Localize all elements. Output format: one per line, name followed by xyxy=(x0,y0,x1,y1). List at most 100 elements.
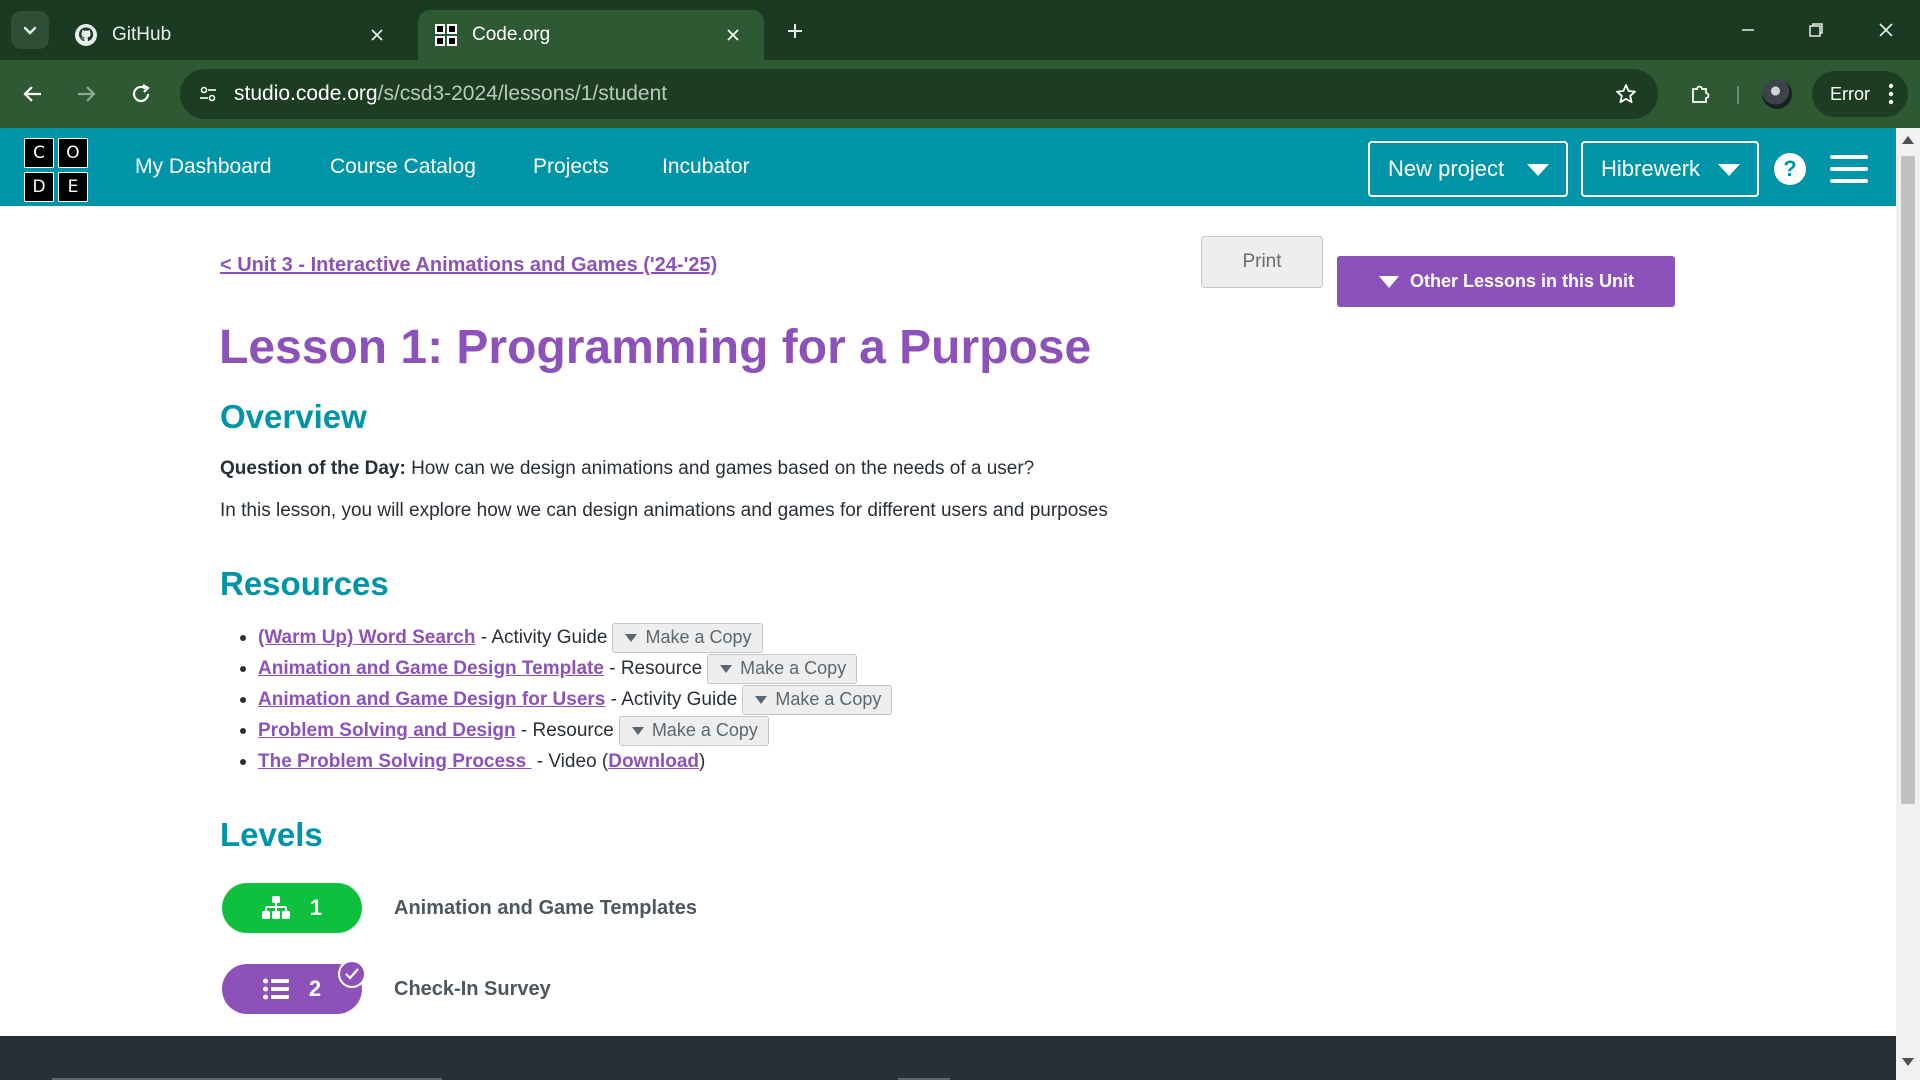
tab-close-icon[interactable] xyxy=(364,22,390,48)
resource-type: - Video ( xyxy=(531,750,609,772)
close-window-button[interactable] xyxy=(1866,10,1906,50)
scrollbar-thumb[interactable] xyxy=(1901,156,1915,804)
resource-link[interactable]: Problem Solving and Design xyxy=(258,720,516,742)
print-button[interactable]: Print xyxy=(1201,236,1323,288)
reload-icon xyxy=(132,84,150,103)
tab-close-icon[interactable] xyxy=(720,22,746,48)
resources-list: (Warm Up) Word Search - Activity Guide M… xyxy=(240,622,893,777)
resource-link[interactable]: The Problem Solving Process xyxy=(258,751,531,773)
list-icon xyxy=(262,978,289,1000)
plus-icon xyxy=(788,24,802,38)
resource-item: The Problem Solving Process - Video ( Do… xyxy=(240,746,892,777)
overview-text: In this lesson, you will explore how we … xyxy=(220,500,1108,521)
restore-icon xyxy=(1809,23,1823,37)
address-bar[interactable]: studio.code.org/s/csd3-2024/lessons/1/st… xyxy=(180,69,1658,119)
help-icon[interactable]: ? xyxy=(1774,153,1806,185)
profile-avatar[interactable] xyxy=(1762,79,1792,109)
caret-down-icon xyxy=(1527,164,1549,176)
site-info-icon[interactable] xyxy=(192,78,224,110)
resource-type: - Resource xyxy=(603,657,703,679)
user-name: Hibrewerk xyxy=(1601,156,1701,181)
more-vert-icon xyxy=(1888,83,1894,105)
tab-search-button[interactable] xyxy=(11,11,49,49)
make-a-copy-label: Make a Copy xyxy=(651,720,758,740)
scroll-down-arrow-icon xyxy=(1902,1058,1914,1066)
nav-course-catalog[interactable]: Course Catalog xyxy=(330,128,476,206)
url-host: studio.code.org xyxy=(234,82,378,105)
level-number: 2 xyxy=(308,976,322,1001)
make-a-copy-label: Make a Copy xyxy=(775,689,882,709)
resource-item: (Warm Up) Word Search - Activity Guide M… xyxy=(240,622,892,653)
nav-projects[interactable]: Projects xyxy=(533,128,609,206)
make-a-copy-button[interactable]: Make a Copy xyxy=(618,715,769,746)
download-link[interactable]: Download xyxy=(608,751,699,773)
logo-letter: C xyxy=(24,138,54,168)
new-project-label: New project xyxy=(1388,156,1505,181)
bookmark-star-icon[interactable] xyxy=(1610,78,1642,110)
nav-incubator[interactable]: Incubator xyxy=(662,128,750,206)
make-a-copy-button[interactable]: Make a Copy xyxy=(612,622,763,653)
caret-down-icon xyxy=(625,633,638,642)
url-text: studio.code.org/s/csd3-2024/lessons/1/st… xyxy=(234,69,667,119)
reload-button[interactable] xyxy=(123,76,159,112)
minimize-icon xyxy=(1742,29,1754,31)
back-button[interactable] xyxy=(15,76,51,112)
resource-item: Animation and Game Design for Users - Ac… xyxy=(240,684,893,715)
resource-type: - Resource xyxy=(515,719,614,741)
codeorg-icon xyxy=(435,24,457,46)
chevron-down-icon xyxy=(23,26,37,35)
caret-down-icon xyxy=(720,664,733,673)
site-header: C O D E My Dashboard Course Catalog Proj… xyxy=(0,128,1920,206)
caret-down-icon xyxy=(1718,164,1740,176)
profile-status-text: Error xyxy=(1830,83,1870,104)
lesson-title: Lesson 1: Programming for a Purpose xyxy=(219,321,1092,374)
overview-heading: Overview xyxy=(220,398,367,435)
qotd-text: How can we design animations and games b… xyxy=(405,458,1035,479)
hamburger-menu-icon[interactable] xyxy=(1830,155,1868,183)
tab-title: Code.org xyxy=(472,24,551,45)
make-a-copy-button[interactable]: Make a Copy xyxy=(707,653,858,684)
levels-heading: Levels xyxy=(220,816,323,853)
check-icon xyxy=(338,960,366,988)
sitemap-icon xyxy=(261,896,290,919)
caret-down-icon xyxy=(631,726,644,735)
question-of-the-day: Question of the Day: How can we design a… xyxy=(220,458,1034,480)
resource-link[interactable]: Animation and Game Design for Users xyxy=(258,689,605,711)
browser-tabstrip: GitHub Code.org xyxy=(0,0,1920,60)
resources-heading: Resources xyxy=(220,565,389,602)
caret-down-icon xyxy=(1378,275,1399,288)
level-2-name[interactable]: Check-In Survey xyxy=(394,978,551,1001)
make-a-copy-label: Make a Copy xyxy=(740,658,847,678)
tab-github[interactable]: GitHub xyxy=(58,10,408,60)
restore-button[interactable] xyxy=(1796,10,1836,50)
resource-type: - Activity Guide xyxy=(475,626,608,648)
user-menu-button[interactable]: Hibrewerk xyxy=(1581,141,1759,197)
url-path: /s/csd3-2024/lessons/1/student xyxy=(377,82,668,105)
profile-error-chip[interactable]: Error xyxy=(1812,71,1908,117)
puzzle-icon xyxy=(1692,85,1710,103)
forward-button[interactable] xyxy=(68,76,104,112)
qotd-label: Question of the Day: xyxy=(220,458,406,479)
level-1-name[interactable]: Animation and Game Templates xyxy=(394,897,697,920)
tab-title: GitHub xyxy=(112,24,172,45)
tab-codeorg[interactable]: Code.org xyxy=(418,10,764,60)
logo-letter: O xyxy=(58,138,88,168)
extensions-button[interactable] xyxy=(1682,76,1718,112)
new-project-button[interactable]: New project xyxy=(1368,141,1568,197)
resource-link[interactable]: (Warm Up) Word Search xyxy=(258,627,475,649)
make-a-copy-button[interactable]: Make a Copy xyxy=(742,684,893,715)
page-scrollbar[interactable] xyxy=(1896,128,1920,1080)
page-footer xyxy=(0,1036,1896,1080)
other-lessons-label: Other Lessons in this Unit xyxy=(1409,271,1635,291)
arrow-left-icon xyxy=(23,86,41,102)
unit-back-link[interactable]: < Unit 3 - Interactive Animations and Ga… xyxy=(220,254,717,277)
resource-link[interactable]: Animation and Game Design Template xyxy=(258,658,604,680)
other-lessons-button[interactable]: Other Lessons in this Unit xyxy=(1337,256,1675,307)
new-tab-button[interactable] xyxy=(778,14,812,48)
level-1-bubble[interactable]: 1 xyxy=(222,883,362,933)
minimize-button[interactable] xyxy=(1728,10,1768,50)
logo-letter: E xyxy=(58,172,88,202)
arrow-right-icon xyxy=(78,86,96,102)
nav-my-dashboard[interactable]: My Dashboard xyxy=(135,128,272,206)
codeorg-logo[interactable]: C O D E xyxy=(24,138,88,202)
